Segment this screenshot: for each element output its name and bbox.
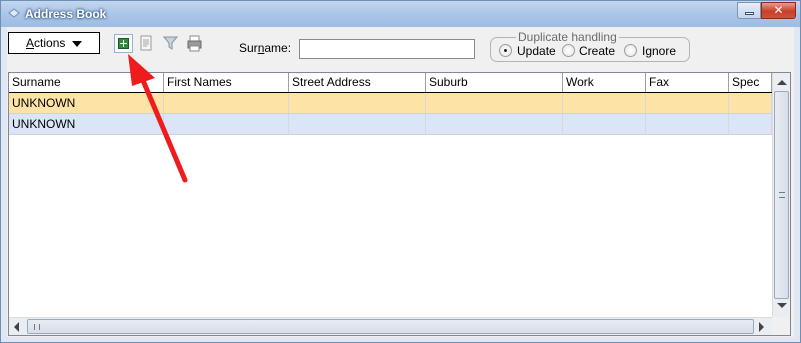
grip-icon	[34, 324, 40, 330]
add-icon	[118, 38, 129, 49]
vertical-scroll-thumb[interactable]	[774, 91, 789, 299]
column-header-street-address[interactable]: Street Address	[289, 73, 426, 92]
surname-label: Surname:	[239, 41, 292, 55]
cell-surname[interactable]: UNKNOWN	[9, 114, 164, 134]
address-book-content: Actions Surname: Duplicate handling Upda…	[7, 27, 794, 337]
column-header-suburb[interactable]: Suburb	[426, 73, 563, 92]
cell-street-address[interactable]	[289, 93, 426, 113]
title-bar[interactable]: Address Book ✕	[1, 1, 800, 27]
surname-search-input[interactable]	[299, 39, 475, 59]
actions-dropdown-button[interactable]: Actions	[8, 32, 100, 54]
horizontal-scrollbar[interactable]	[9, 317, 772, 335]
filter-button[interactable]	[161, 34, 180, 53]
scroll-up-icon[interactable]	[777, 80, 787, 85]
address-book-window: Address Book ✕ Actions Surname: Duplicat…	[0, 0, 801, 343]
table-row[interactable]: UNKNOWN	[9, 93, 772, 114]
duplicate-handling-legend: Duplicate handling	[516, 30, 619, 44]
filter-icon	[162, 36, 179, 50]
column-header-first-names[interactable]: First Names	[164, 73, 289, 92]
close-button[interactable]: ✕	[761, 2, 796, 19]
actions-label: Actions	[26, 36, 66, 50]
cell-spec[interactable]	[729, 93, 772, 113]
table-row[interactable]: UNKNOWN	[9, 114, 772, 135]
minimize-button[interactable]	[737, 2, 761, 19]
window-title: Address Book	[25, 7, 107, 21]
column-header-fax[interactable]: Fax	[646, 73, 729, 92]
minimize-icon	[745, 12, 754, 15]
dropdown-arrow-icon	[72, 41, 82, 47]
print-icon	[187, 35, 202, 52]
cell-suburb[interactable]	[426, 114, 563, 134]
cell-fax[interactable]	[646, 93, 729, 113]
address-grid: Surname First Names Street Address Subur…	[8, 72, 791, 336]
vertical-scrollbar[interactable]	[772, 73, 790, 317]
grid-header: Surname First Names Street Address Subur…	[9, 73, 772, 93]
cell-fax[interactable]	[646, 114, 729, 134]
column-header-surname[interactable]: Surname	[9, 73, 164, 92]
cell-spec[interactable]	[729, 114, 772, 134]
document-button[interactable]	[137, 34, 156, 53]
scroll-left-icon[interactable]	[14, 322, 19, 332]
document-icon	[140, 35, 152, 51]
radio-ignore-label[interactable]: Ignore	[642, 44, 676, 58]
horizontal-scroll-thumb[interactable]	[27, 319, 754, 334]
add-record-button[interactable]	[114, 34, 133, 53]
column-header-work[interactable]: Work	[563, 73, 646, 92]
scrollbar-corner	[772, 317, 790, 335]
address-book-app-icon	[8, 8, 20, 18]
cell-first-names[interactable]	[164, 93, 289, 113]
cell-first-names[interactable]	[164, 114, 289, 134]
column-header-spec[interactable]: Spec	[729, 73, 772, 92]
scroll-right-icon[interactable]	[759, 322, 764, 332]
cell-street-address[interactable]	[289, 114, 426, 134]
cell-work[interactable]	[563, 93, 646, 113]
radio-ignore[interactable]	[624, 44, 637, 57]
cell-suburb[interactable]	[426, 93, 563, 113]
radio-create[interactable]	[562, 44, 575, 57]
cell-surname[interactable]: UNKNOWN	[9, 93, 164, 113]
scroll-down-icon[interactable]	[777, 303, 787, 308]
radio-create-label[interactable]: Create	[579, 44, 615, 58]
print-button[interactable]	[185, 34, 204, 53]
radio-update-label[interactable]: Update	[517, 44, 556, 58]
grip-icon	[779, 192, 785, 198]
radio-update[interactable]	[499, 44, 512, 57]
cell-work[interactable]	[563, 114, 646, 134]
